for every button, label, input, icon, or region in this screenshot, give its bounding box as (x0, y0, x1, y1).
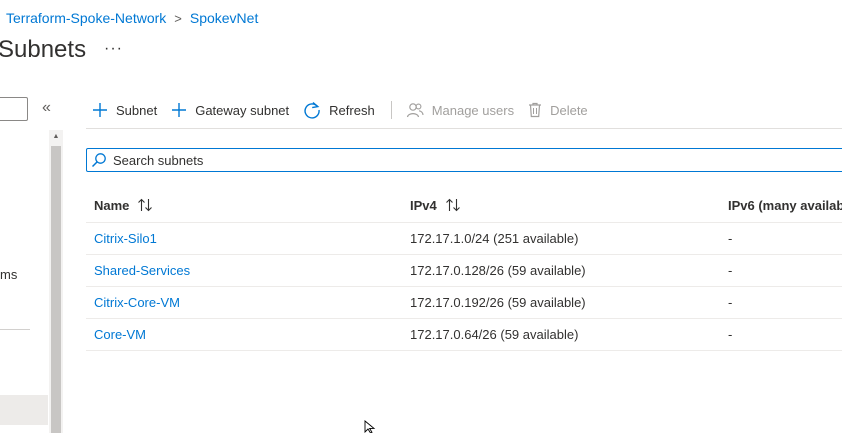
subnet-ipv4: 172.17.1.0/24 (251 available) (410, 231, 579, 246)
subnet-name-link[interactable]: Core-VM (94, 327, 146, 342)
table-row: Shared-Services 172.17.0.128/26 (59 avai… (86, 255, 842, 287)
breadcrumb-item-spokevnet[interactable]: SpokevNet (190, 10, 258, 26)
trash-icon (528, 102, 542, 118)
subnets-page: Terraform-Spoke-Network > SpokevNet Subn… (0, 0, 842, 433)
mouse-cursor-icon (364, 420, 376, 433)
subnet-name-link[interactable]: Citrix-Silo1 (94, 231, 157, 246)
left-nav-filter-input[interactable] (0, 97, 28, 121)
command-bar: Subnet Gateway subnet Refresh Manage use… (92, 98, 602, 122)
table-header: Name IPv4 IPv6 (many availabl (86, 188, 842, 223)
sort-icon[interactable] (445, 198, 461, 212)
add-subnet-button[interactable]: Subnet (92, 102, 157, 118)
subnet-ipv6: - (728, 263, 733, 278)
refresh-label: Refresh (329, 102, 375, 118)
subnet-name-link[interactable]: Shared-Services (94, 263, 190, 278)
delete-button[interactable]: Delete (528, 102, 588, 118)
column-header-name-label: Name (94, 197, 130, 213)
toolbar-divider (390, 101, 392, 119)
subnet-ipv6: - (728, 327, 733, 342)
add-subnet-label: Subnet (116, 102, 158, 118)
collapse-nav-button[interactable]: « (42, 99, 51, 117)
search-icon (91, 152, 107, 168)
left-nav-scrollbar-thumb[interactable] (51, 146, 61, 433)
left-nav-divider (0, 329, 30, 330)
add-gateway-subnet-label: Gateway subnet (195, 102, 290, 118)
users-icon (406, 102, 424, 118)
plus-icon (171, 102, 187, 118)
table-row: Core-VM 172.17.0.64/26 (59 available) - (86, 319, 842, 351)
subnet-ipv4: 172.17.0.64/26 (59 available) (410, 327, 579, 342)
toolbar-divider-line (86, 128, 842, 129)
refresh-button[interactable]: Refresh (303, 101, 375, 119)
sort-icon[interactable] (137, 198, 153, 212)
column-header-ipv4[interactable]: IPv4 (402, 198, 720, 213)
subnets-table: Name IPv4 IPv6 (many availabl Citrix-Sil… (86, 188, 842, 351)
subnet-ipv4: 172.17.0.192/26 (59 available) (410, 295, 586, 310)
column-header-ipv4-label: IPv4 (410, 197, 437, 213)
subnet-ipv4: 172.17.0.128/26 (59 available) (410, 263, 586, 278)
more-actions-button[interactable]: ··· (104, 40, 123, 58)
refresh-icon (303, 101, 321, 119)
subnet-ipv6: - (728, 295, 733, 310)
column-header-ipv6[interactable]: IPv6 (many availabl (720, 198, 842, 213)
manage-users-button[interactable]: Manage users (406, 102, 514, 118)
left-nav-selected-item[interactable] (0, 395, 48, 425)
breadcrumb-separator: > (174, 10, 182, 26)
left-nav-item-fragment[interactable]: ms (0, 267, 17, 282)
page-title: Subnets (0, 36, 87, 63)
column-header-name[interactable]: Name (86, 198, 402, 213)
add-gateway-subnet-button[interactable]: Gateway subnet (171, 102, 289, 118)
plus-icon (92, 102, 108, 118)
table-row: Citrix-Silo1 172.17.1.0/24 (251 availabl… (86, 223, 842, 255)
delete-label: Delete (550, 102, 588, 118)
manage-users-label: Manage users (431, 102, 515, 118)
search-input[interactable] (113, 152, 842, 168)
scroll-up-icon[interactable]: ▲ (49, 130, 63, 144)
search-subnets-box[interactable] (86, 148, 842, 172)
breadcrumb: Terraform-Spoke-Network > SpokevNet (6, 10, 258, 26)
breadcrumb-item-terraform-spoke-network[interactable]: Terraform-Spoke-Network (6, 10, 166, 26)
subnet-ipv6: - (728, 231, 733, 246)
table-row: Citrix-Core-VM 172.17.0.192/26 (59 avail… (86, 287, 842, 319)
subnet-name-link[interactable]: Citrix-Core-VM (94, 295, 180, 310)
